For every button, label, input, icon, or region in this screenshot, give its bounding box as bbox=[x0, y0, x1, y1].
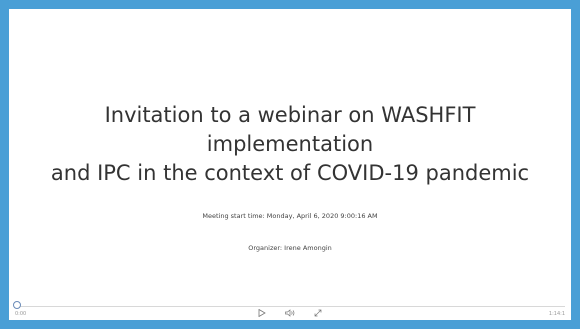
slide-title-line-1: Invitation to a webinar on WASHFIT imple… bbox=[104, 103, 476, 156]
organizer-name: Organizer: Irene Amongin bbox=[248, 244, 332, 252]
slide-title: Invitation to a webinar on WASHFIT imple… bbox=[19, 101, 561, 188]
playback-controls bbox=[9, 308, 571, 319]
video-player: Invitation to a webinar on WASHFIT imple… bbox=[9, 9, 571, 320]
seek-handle[interactable] bbox=[13, 301, 21, 309]
meeting-start-time: Meeting start time: Monday, April 6, 202… bbox=[202, 212, 378, 220]
seek-bar[interactable] bbox=[15, 306, 565, 307]
slide: Invitation to a webinar on WASHFIT imple… bbox=[9, 9, 571, 299]
play-icon[interactable] bbox=[258, 308, 266, 319]
volume-icon[interactable] bbox=[284, 309, 296, 319]
slide-title-line-2: and IPC in the context of COVID-19 pande… bbox=[50, 161, 530, 185]
fullscreen-icon[interactable] bbox=[314, 309, 322, 319]
